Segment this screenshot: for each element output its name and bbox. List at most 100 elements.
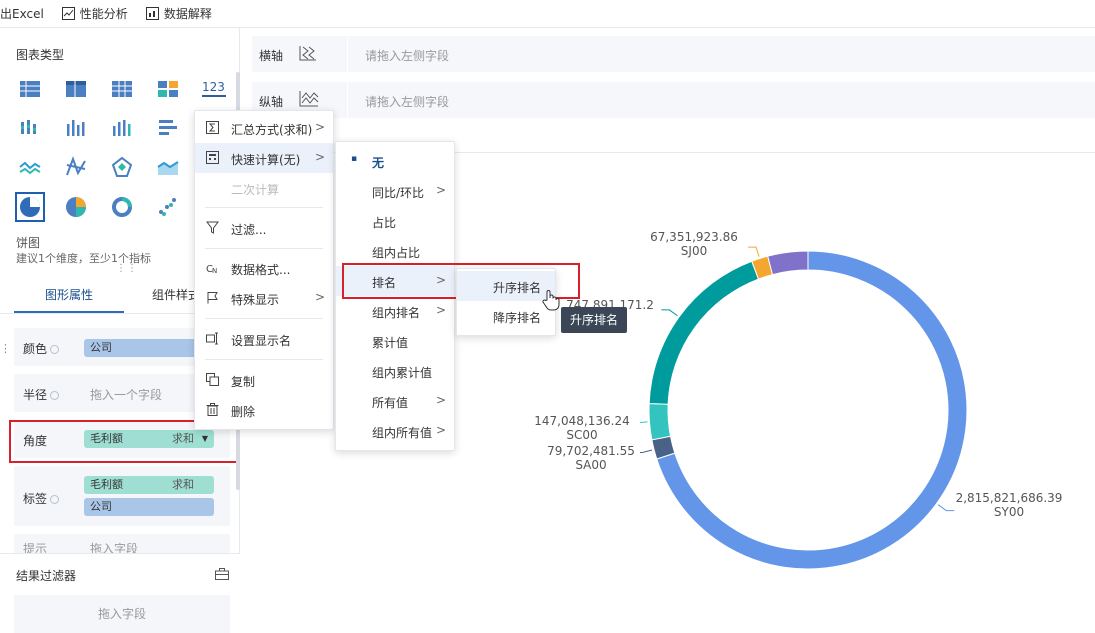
multi-pie-icon[interactable]: [64, 195, 88, 219]
donut-chart: [640, 246, 968, 570]
label-label: 标签: [23, 490, 60, 507]
y-axis-drop-zone[interactable]: 请拖入左侧字段: [365, 93, 449, 110]
gear-icon[interactable]: [50, 495, 60, 504]
menu-item-all-values[interactable]: 所有值 >: [336, 386, 454, 416]
gear-icon[interactable]: [50, 345, 60, 354]
data-label-value: 79,702,481.55: [547, 444, 635, 458]
menu-item-descending-rank[interactable]: 降序排名: [457, 301, 555, 331]
wave-axis-icon[interactable]: [298, 88, 320, 110]
kpi-card-icon[interactable]: [156, 77, 180, 101]
top-toolbar: 出Excel 性能分析 数据解释: [0, 0, 1095, 28]
area-chart-icon[interactable]: [156, 155, 180, 179]
x-axis-bar: 横轴 请拖入左侧字段: [252, 36, 1095, 72]
drag-handle-icon[interactable]: ⋮⋮: [116, 263, 138, 274]
column-chart-icon[interactable]: [110, 116, 134, 140]
tab-component-style[interactable]: 组件样式: [152, 286, 200, 303]
number-icon[interactable]: 123: [202, 77, 226, 97]
scatter-chart-icon[interactable]: [156, 195, 180, 219]
data-label: 79,702,481.55 SA00: [531, 444, 651, 472]
data-label-value: 67,351,923.86: [650, 230, 738, 244]
donut-slice-series-3[interactable]: [648, 260, 760, 405]
data-label-category: SC00: [566, 428, 598, 442]
donut-slice-series-5[interactable]: [767, 250, 809, 276]
menu-item-quick-calc[interactable]: 快速计算(无) >: [195, 143, 333, 173]
radar-line-icon[interactable]: [64, 155, 88, 179]
report-icon: [145, 7, 159, 20]
donut-chart-icon[interactable]: [110, 195, 134, 219]
radar-chart-icon[interactable]: [110, 155, 134, 179]
menu-separator: [205, 359, 323, 360]
grouped-dot-icon[interactable]: [18, 116, 42, 140]
menu-item-special-display[interactable]: 特殊显示 >: [195, 283, 333, 313]
filter-funnel-icon: [206, 221, 219, 234]
drag-handle-icon[interactable]: ⋮: [0, 342, 11, 355]
menu-item-group-cumulative[interactable]: 组内累计值: [336, 356, 454, 386]
result-filter-section: 结果过滤器 拖入字段: [0, 553, 240, 633]
menu-item-ascending-rank[interactable]: 升序排名: [457, 271, 555, 301]
export-excel-button[interactable]: 出Excel: [0, 5, 44, 22]
horizontal-bar-icon[interactable]: [156, 116, 180, 140]
rename-icon: [206, 332, 218, 345]
menu-item-percent[interactable]: 占比: [336, 206, 454, 236]
menu-item-set-display-name[interactable]: 设置显示名: [195, 324, 333, 354]
detail-table-icon[interactable]: [110, 77, 134, 101]
data-label-category: SA00: [575, 458, 607, 472]
table-icon[interactable]: [18, 77, 42, 101]
data-label: 2,815,821,686.39 SY00: [949, 491, 1069, 519]
menu-item-group-percent[interactable]: 组内占比: [336, 236, 454, 266]
chart-type-title: 图表类型: [16, 48, 65, 62]
selected-chart-name: 饼图: [16, 236, 41, 250]
menu-item-none[interactable]: ▪ 无: [336, 146, 454, 176]
label-property-row: 标签 毛利额 求和 公司: [14, 466, 230, 526]
y-axis-bar: 纵轴 请拖入左侧字段: [252, 82, 1095, 118]
cross-table-icon[interactable]: [64, 77, 88, 101]
gear-icon[interactable]: [50, 391, 60, 400]
menu-separator: [205, 248, 323, 249]
briefcase-icon[interactable]: [215, 568, 229, 580]
donut-slice-SC00[interactable]: [648, 402, 672, 441]
menu-item-group-rank[interactable]: 组内排名 >: [336, 296, 454, 326]
hint-label: 提示: [23, 542, 48, 554]
calculator-icon: [206, 151, 219, 164]
hint-property-row: 提示 拖入字段: [14, 534, 230, 554]
pie-chart-icon[interactable]: [15, 192, 45, 222]
bar-chart-icon[interactable]: [64, 116, 88, 140]
menu-item-secondary-calc: 二次计算: [231, 183, 280, 197]
field-context-menu: 汇总方式(求和) > 快速计算(无) > 二次计算 过滤... CN 数据格式...…: [194, 110, 334, 430]
number-format-icon: CN: [206, 264, 217, 274]
label-field-chip-2[interactable]: 公司: [84, 498, 214, 516]
y-axis-label: 纵轴: [259, 95, 284, 109]
menu-item-copy[interactable]: 复制: [195, 365, 333, 395]
menu-separator: [205, 318, 323, 319]
line-chart-icon[interactable]: [18, 155, 42, 179]
svg-text:N: N: [212, 267, 217, 274]
data-label-value: 147,048,136.24: [534, 414, 630, 428]
divider: [347, 82, 348, 118]
data-label-category: SY00: [993, 505, 1025, 519]
perf-analysis-button[interactable]: 性能分析: [61, 5, 128, 22]
menu-item-filter[interactable]: 过滤...: [195, 213, 333, 243]
x-axis-label: 横轴: [259, 49, 284, 63]
menu-item-yoy-mom[interactable]: 同比/环比 >: [336, 176, 454, 206]
color-label: 颜色: [23, 340, 60, 357]
tab-graph-properties[interactable]: 图形属性: [45, 286, 93, 303]
sigma-icon: [206, 121, 219, 134]
chart-line-icon: [61, 7, 75, 20]
sort-axis-icon[interactable]: [298, 42, 320, 64]
menu-item-cumulative[interactable]: 累计值: [336, 326, 454, 356]
divider: [347, 36, 348, 72]
menu-separator: [205, 207, 323, 208]
x-axis-drop-zone[interactable]: 请拖入左侧字段: [365, 47, 449, 64]
menu-item-group-all-values[interactable]: 组内所有值 >: [336, 416, 454, 446]
menu-item-delete[interactable]: 删除: [195, 395, 333, 425]
data-explain-button[interactable]: 数据解释: [145, 5, 212, 22]
label-field-chip-1[interactable]: 毛利额 求和: [84, 476, 214, 494]
menu-item-data-format[interactable]: CN 数据格式...: [195, 253, 333, 283]
tooltip: 升序排名: [561, 307, 627, 333]
filter-drop-zone[interactable]: 拖入字段: [14, 595, 230, 633]
copy-icon: [206, 373, 219, 386]
result-filter-title: 结果过滤器: [16, 569, 77, 583]
menu-item-aggregate[interactable]: 汇总方式(求和) >: [195, 113, 333, 143]
radius-drop-zone[interactable]: 拖入一个字段: [90, 386, 162, 403]
hint-drop-zone[interactable]: 拖入字段: [90, 540, 138, 554]
